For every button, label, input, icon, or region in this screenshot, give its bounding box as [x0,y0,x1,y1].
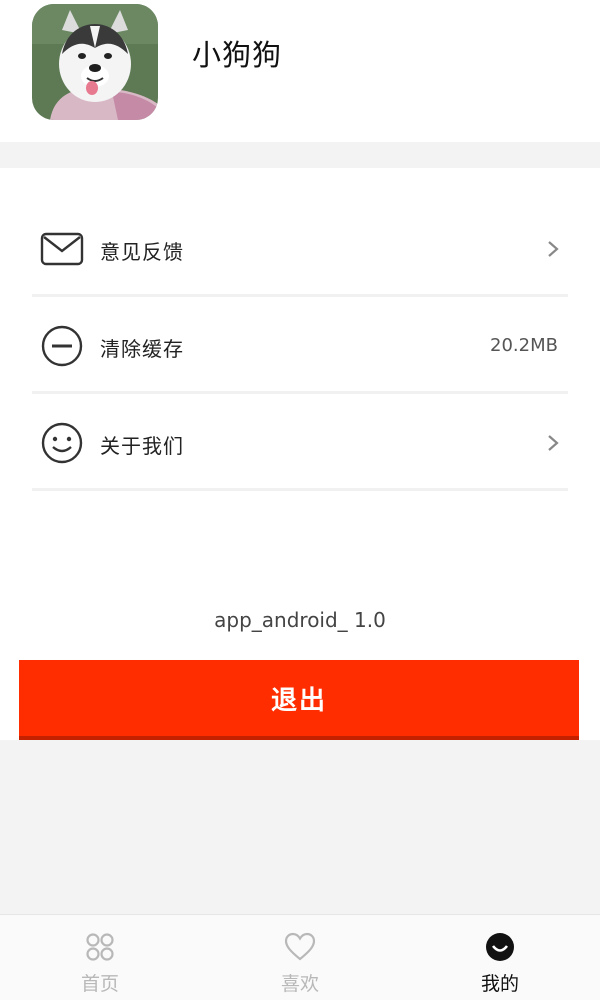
envelope-icon [40,232,84,266]
bottom-tab-bar: 首页 喜欢 我的 [0,914,600,1000]
smiley-icon [41,422,83,464]
menu-item-clear-cache[interactable]: 清除缓存 20.2MB [32,297,568,394]
chevron-right-icon [548,241,559,257]
tab-mine[interactable]: 我的 [400,915,600,1000]
app-version: app_android_ 1.0 [214,608,386,632]
grid-icon [86,933,114,961]
tab-home[interactable]: 首页 [0,915,200,1000]
menu-item-label: 意见反馈 [100,240,184,264]
menu-item-feedback[interactable]: 意见反馈 [32,200,568,297]
tab-label: 喜欢 [280,973,319,995]
menu-item-label: 清除缓存 [100,337,184,361]
section-divider [0,142,600,168]
avatar[interactable] [32,4,158,120]
username: 小狗狗 [192,38,283,72]
menu-item-about-us[interactable]: 关于我们 [32,394,568,491]
empty-area [0,740,600,914]
menu-item-label: 关于我们 [100,434,184,458]
tab-label: 首页 [80,973,119,995]
cache-size-value: 20.2MB [490,335,558,356]
heart-icon [284,932,316,961]
tab-favorites[interactable]: 喜欢 [200,915,400,1000]
profile-header: 小狗狗 [0,0,600,142]
settings-menu: 意见反馈 清除缓存 20.2MB 关于我们 [32,200,568,491]
minus-circle-icon [41,325,83,367]
tab-label: 我的 [480,973,519,995]
smile-face-icon [486,933,514,961]
logout-button[interactable]: 退出 [19,660,579,740]
chevron-right-icon [548,435,559,451]
husky-avatar-image [32,4,158,120]
